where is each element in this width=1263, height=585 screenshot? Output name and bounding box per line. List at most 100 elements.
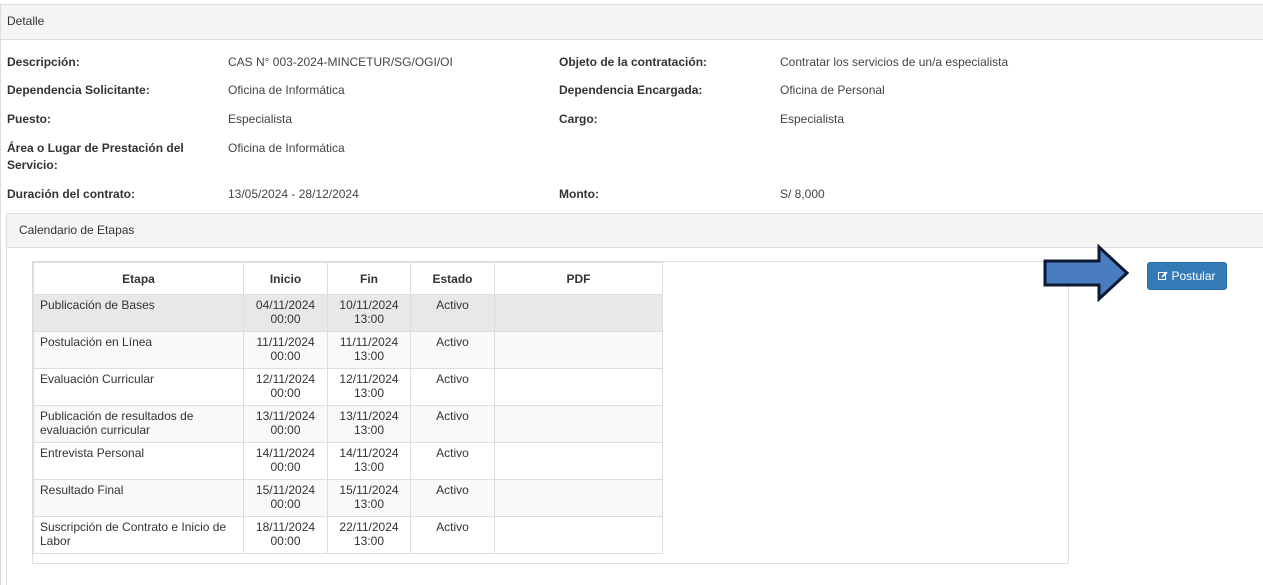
cell-fin-line: 12/11/2024 <box>339 372 399 386</box>
cell-inicio-line: 11/11/2024 <box>256 335 315 349</box>
cell-fin-line: 22/11/2024 <box>339 520 399 534</box>
area-label-line-1: Área o Lugar de Prestación del <box>7 141 184 155</box>
cell-inicio: 14/11/2024 00:00 <box>243 442 328 480</box>
cell-estado-line: Activo <box>436 372 469 386</box>
cell-estado: Activo <box>410 516 495 554</box>
cell-inicio-line: 12/11/2024 <box>255 372 316 386</box>
puesto-value: Especialista <box>228 112 293 126</box>
cell-inicio: 04/11/2024 00:00 <box>243 294 328 332</box>
cell-fin: 12/11/2024 13:00 <box>327 368 411 406</box>
cell-inicio-line: 00:00 <box>270 423 301 437</box>
cell-inicio-line: 00:00 <box>270 534 301 548</box>
cell-fin-line: 13:00 <box>353 534 385 548</box>
cell-estado-line: Activo <box>436 483 469 497</box>
descripcion-label: Descripción: <box>7 55 80 69</box>
puesto-label: Puesto: <box>7 112 52 126</box>
cell-inicio-line: 15/11/2024 <box>255 483 316 497</box>
arrow-right-icon <box>1043 243 1130 305</box>
cell-fin: 22/11/2024 13:00 <box>327 516 411 554</box>
cell-inicio: 15/11/2024 00:00 <box>243 479 328 517</box>
cell-etapa: Publicación de resultados de evaluación c… <box>33 405 244 443</box>
duracion-value: 13/05/2024 - 28/12/2024 <box>228 187 359 201</box>
cell-pdf <box>494 331 663 369</box>
cell-estado: Activo <box>410 479 495 517</box>
col-header-etapa: Etapa <box>33 262 244 295</box>
table-row: Entrevista Personal 14/11/2024 00:00 14/11/… <box>33 442 663 480</box>
dependencia-encargada-label: Dependencia Encargada: <box>559 83 703 97</box>
dependencia-solicitante-value: Oficina de Informática <box>228 83 345 97</box>
cell-fin-line: 13:00 <box>353 349 385 363</box>
cell-inicio: 18/11/2024 00:00 <box>243 516 328 554</box>
cell-inicio: 11/11/2024 00:00 <box>243 331 328 369</box>
cell-fin: 13/11/2024 13:00 <box>327 405 411 443</box>
cell-estado: Activo <box>410 331 495 369</box>
table-row: Publicación de Bases 04/11/2024 00:00 10/11… <box>33 294 663 332</box>
cell-inicio: 12/11/2024 00:00 <box>243 368 328 406</box>
cell-estado-line: Activo <box>436 298 469 312</box>
cell-etapa: Resultado Final <box>33 479 244 517</box>
cell-estado: Activo <box>410 442 495 480</box>
cell-fin-line: 13:00 <box>353 312 385 326</box>
cell-etapa-line: Evaluación Curricular <box>40 372 155 386</box>
cell-fin-line: 13:00 <box>353 497 385 511</box>
monto-value: S/ 8,000 <box>780 187 825 201</box>
monto-label: Monto: <box>559 187 599 201</box>
col-header-fin: Fin <box>327 262 411 295</box>
col-header-pdf: PDF <box>494 262 663 295</box>
cell-estado-line: Activo <box>436 446 469 460</box>
dependencia-solicitante-label: Dependencia Solicitante: <box>7 83 150 97</box>
cell-etapa-line: evaluación curricular <box>40 423 151 437</box>
cell-fin: 11/11/2024 13:00 <box>327 331 411 369</box>
postular-button-label: Postular <box>1171 269 1216 283</box>
cell-fin-line: 13:00 <box>353 423 385 437</box>
cell-etapa-line: Publicación de Bases <box>40 298 155 312</box>
cell-inicio-line: 00:00 <box>270 497 301 511</box>
col-header-inicio: Inicio <box>243 262 328 295</box>
cell-etapa: Entrevista Personal <box>33 442 244 480</box>
postular-button[interactable]: Postular <box>1147 262 1227 290</box>
cell-pdf <box>494 442 663 480</box>
cell-fin-line: 13:00 <box>353 460 385 474</box>
cell-etapa-line: Labor <box>40 534 71 548</box>
cell-etapa-line: Publicación de resultados de <box>40 409 194 423</box>
cell-fin-line: 13:00 <box>353 386 385 400</box>
cell-inicio-line: 14/11/2024 <box>255 446 316 460</box>
cell-estado-line: Activo <box>436 335 469 349</box>
table-row: Evaluación Curricular 12/11/2024 00:00 12/1… <box>33 368 663 406</box>
edit-icon <box>1158 263 1168 289</box>
table-row: Resultado Final 15/11/2024 00:00 15/11/2024… <box>33 479 663 517</box>
cell-fin-line: 11/11/2024 <box>339 335 399 349</box>
col-header-estado: Estado <box>410 262 495 295</box>
table-row: Suscripción de Contrato e Inicio de Labor… <box>33 516 663 554</box>
cell-inicio-line: 13/11/2024 <box>255 409 316 423</box>
cell-inicio-line: 00:00 <box>270 460 301 474</box>
cell-fin: 14/11/2024 13:00 <box>327 442 411 480</box>
cell-etapa-line: Resultado Final <box>40 483 124 497</box>
dependencia-encargada-value: Oficina de Personal <box>780 83 885 97</box>
cell-pdf <box>494 516 663 554</box>
cell-inicio-line: 00:00 <box>270 349 301 363</box>
detail-panel-heading: Detalle <box>1 5 1263 40</box>
cell-etapa-line: Suscripción de Contrato e Inicio de <box>40 520 227 534</box>
cell-fin: 15/11/2024 13:00 <box>327 479 411 517</box>
calendar-table: Etapa Inicio Fin Estado PDF Publicación … <box>33 262 663 554</box>
cell-pdf <box>494 294 663 332</box>
calendar-table-container: Etapa Inicio Fin Estado PDF Publicación … <box>32 261 1069 564</box>
table-row: Postulación en Línea 11/11/2024 00:00 11/11… <box>33 331 663 369</box>
cell-pdf <box>494 368 663 406</box>
area-label-line-2: Servicio: <box>7 158 58 172</box>
cell-inicio-line: 00:00 <box>270 312 301 326</box>
cell-etapa: Suscripción de Contrato e Inicio de Labor <box>33 516 244 554</box>
table-row: Publicación de resultados de evaluación c… <box>33 405 663 443</box>
duracion-label: Duración del contrato: <box>7 187 136 201</box>
cell-etapa: Publicación de Bases <box>33 294 244 332</box>
cell-inicio-line: 04/11/2024 <box>255 298 316 312</box>
cargo-label: Cargo: <box>559 112 598 126</box>
objeto-value: Contratar los servicios de un/a especial… <box>780 55 1009 69</box>
cell-inicio: 13/11/2024 00:00 <box>243 405 328 443</box>
area-value: Oficina de Informática <box>228 141 345 155</box>
cell-estado: Activo <box>410 294 495 332</box>
cell-fin-line: 14/11/2024 <box>339 446 399 460</box>
cell-etapa: Postulación en Línea <box>33 331 244 369</box>
cell-pdf <box>494 405 663 443</box>
